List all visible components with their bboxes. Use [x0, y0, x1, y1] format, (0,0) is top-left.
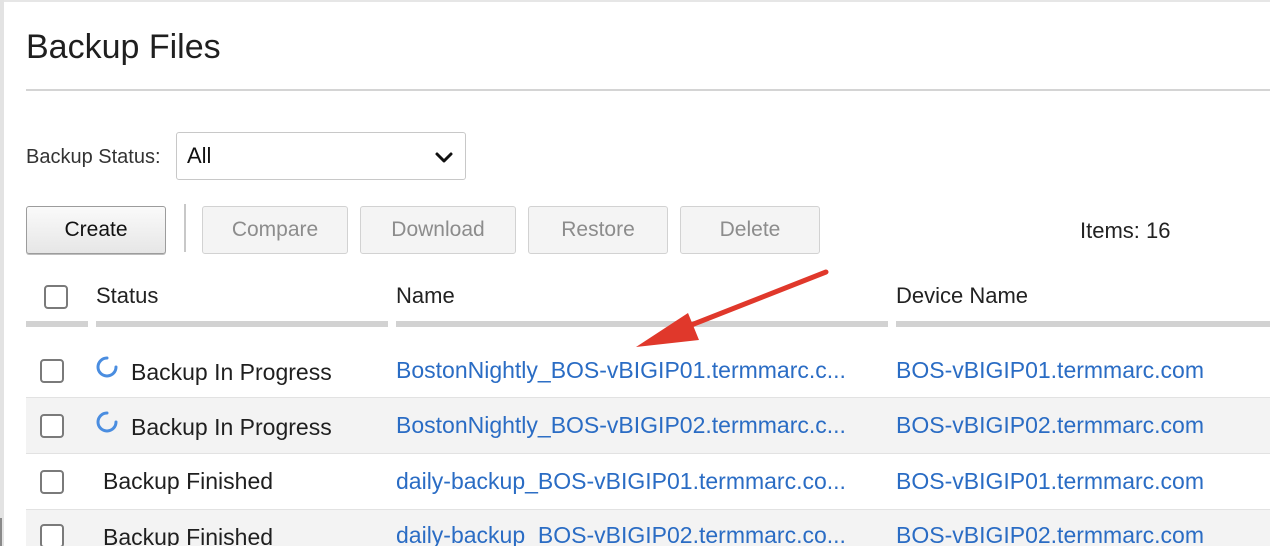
left-border-scroll-edge — [0, 518, 2, 546]
row-checkbox[interactable] — [40, 470, 64, 494]
row-checkbox[interactable] — [40, 414, 64, 438]
row-checkbox[interactable] — [40, 359, 64, 383]
download-button[interactable]: Download — [360, 206, 516, 254]
column-header-status[interactable]: Status — [96, 282, 158, 310]
select-all-checkbox[interactable] — [44, 285, 68, 309]
items-count: Items: 16 — [1080, 218, 1171, 243]
column-divider-name — [396, 321, 888, 327]
column-divider-checkbox — [26, 321, 88, 327]
delete-button[interactable]: Delete — [680, 206, 820, 254]
column-header-name[interactable]: Name — [396, 282, 455, 310]
row-device-link[interactable]: BOS-vBIGIP01.termmarc.com — [896, 466, 1204, 496]
row-device-link[interactable]: BOS-vBIGIP01.termmarc.com — [896, 355, 1204, 385]
row-device-link[interactable]: BOS-vBIGIP02.termmarc.com — [896, 520, 1204, 546]
row-name-link[interactable]: daily-backup_BOS-vBIGIP02.termmarc.co... — [396, 520, 846, 546]
row-status: Backup In Progress — [131, 414, 332, 440]
row-device-link[interactable]: BOS-vBIGIP02.termmarc.com — [896, 410, 1204, 440]
row-checkbox[interactable] — [40, 524, 64, 546]
left-border — [0, 0, 4, 546]
backup-status-label: Backup Status: — [26, 146, 161, 168]
row-name-link[interactable]: BostonNightly_BOS-vBIGIP02.termmarc.c... — [396, 410, 846, 440]
backup-status-select[interactable]: All — [176, 132, 466, 180]
page-title: Backup Files — [26, 28, 221, 66]
create-button[interactable]: Create — [26, 206, 166, 254]
backup-files-page: Backup Files Backup Status: All Create C… — [0, 0, 1270, 546]
spinner-icon — [96, 411, 118, 433]
backup-status-selected-value: All — [187, 143, 212, 168]
row-name-link[interactable]: BostonNightly_BOS-vBIGIP01.termmarc.c... — [396, 355, 846, 385]
title-divider — [26, 89, 1270, 91]
column-header-device-name[interactable]: Device Name — [896, 282, 1028, 310]
spinner-icon — [96, 356, 118, 378]
restore-button[interactable]: Restore — [528, 206, 668, 254]
row-name-link[interactable]: daily-backup_BOS-vBIGIP01.termmarc.co... — [396, 466, 846, 496]
column-divider-status — [96, 321, 388, 327]
toolbar-separator — [184, 204, 186, 252]
row-status: Backup In Progress — [131, 359, 332, 385]
top-border — [0, 0, 1270, 2]
column-divider-device-name — [896, 321, 1270, 327]
compare-button[interactable]: Compare — [202, 206, 348, 254]
row-status: Backup Finished — [103, 468, 274, 494]
chevron-down-icon — [435, 152, 453, 163]
row-status: Backup Finished — [103, 524, 274, 546]
